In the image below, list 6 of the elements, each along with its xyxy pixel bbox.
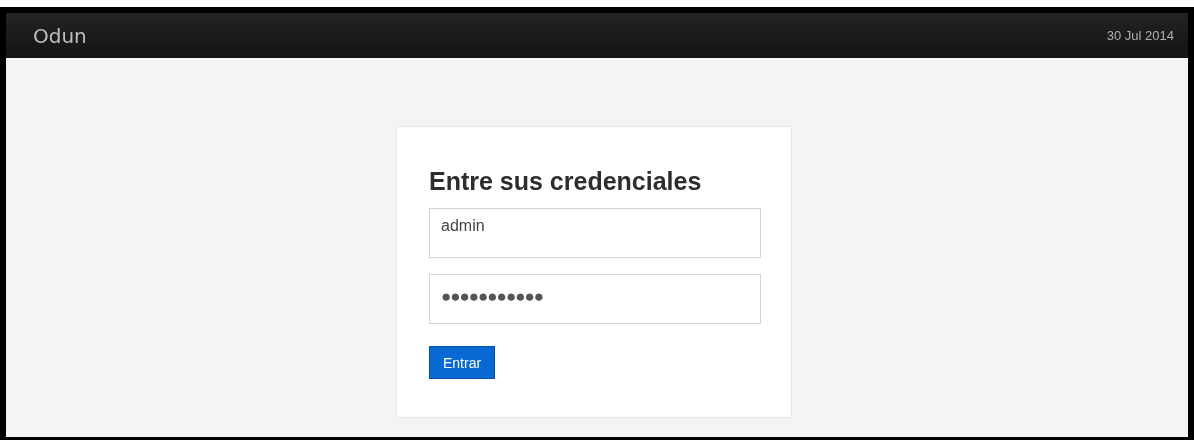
date-label: 30 Jul 2014 xyxy=(1106,28,1174,43)
app-name: Odun xyxy=(33,23,87,48)
password-field[interactable]: ●●●●●●●●●●● xyxy=(429,274,761,324)
username-field[interactable]: admin xyxy=(429,208,761,258)
login-title: Entre sus credenciales xyxy=(429,167,702,196)
login-button[interactable]: Entrar xyxy=(429,346,496,379)
